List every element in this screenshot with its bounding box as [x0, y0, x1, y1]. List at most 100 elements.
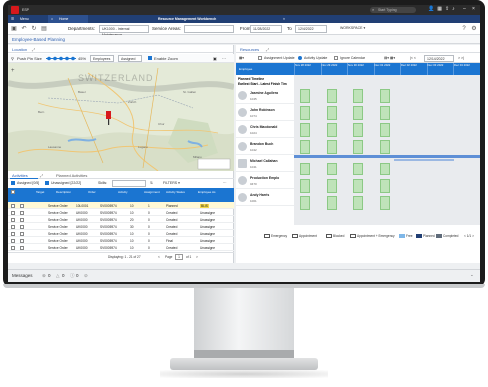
- gantt-free-block[interactable]: [353, 163, 363, 175]
- gantt-planned-bar[interactable]: [394, 159, 454, 161]
- titlebar-icons[interactable]: 👤▦⇪♪: [428, 6, 458, 12]
- calendar-view-icon[interactable]: ▤▾ ▦▾: [384, 56, 395, 60]
- page-input[interactable]: 1: [175, 254, 183, 260]
- prev-range-icon[interactable]: |< <: [410, 56, 416, 60]
- gantt-free-block[interactable]: [300, 123, 310, 137]
- gantt-free-block[interactable]: [300, 106, 310, 120]
- col-description[interactable]: Description: [56, 190, 71, 194]
- menu-button[interactable]: Menu: [20, 17, 29, 21]
- minimize-button[interactable]: –: [463, 6, 466, 12]
- service-areas-select[interactable]: [184, 25, 234, 33]
- select-all-checkbox[interactable]: [11, 190, 15, 194]
- clear-icon[interactable]: ⊘: [84, 273, 88, 279]
- gantt-free-block[interactable]: [327, 179, 337, 193]
- gantt-free-block[interactable]: [380, 196, 390, 210]
- gantt-free-block[interactable]: [327, 140, 337, 154]
- gantt-free-block[interactable]: [327, 163, 337, 175]
- filter-icon[interactable]: ⇅: [150, 181, 153, 185]
- tab-home[interactable]: ⌂ Home: [48, 15, 88, 23]
- save-icon[interactable]: ▣: [10, 25, 18, 33]
- table-row[interactable]: Service Order UK0000 SV0005974 20 0 Crea…: [8, 216, 234, 223]
- more-icon[interactable]: ⋯: [223, 181, 227, 185]
- col-order[interactable]: Order: [88, 190, 96, 194]
- table-row[interactable]: Service Order UK0000 SV0005974 10 0 Fina…: [8, 237, 234, 244]
- location-map[interactable]: Bern Zürich Chur Lausanne Lugano Milano Base…: [8, 63, 234, 171]
- row-checkbox[interactable]: [20, 210, 24, 215]
- bell-icon[interactable]: ♪: [452, 6, 458, 12]
- gantt-free-block[interactable]: [327, 196, 337, 210]
- layout-icon[interactable]: ▤: [40, 25, 48, 33]
- gantt-free-block[interactable]: [380, 179, 390, 193]
- info-icon[interactable]: ⓘ: [70, 273, 75, 279]
- undo-icon[interactable]: ↶: [20, 25, 28, 33]
- row-checkbox[interactable]: [11, 217, 15, 222]
- row-checkbox[interactable]: [11, 231, 15, 236]
- row-checkbox[interactable]: [20, 238, 24, 243]
- help-icon[interactable]: ?: [460, 25, 468, 33]
- user-icon[interactable]: 👤: [428, 6, 437, 12]
- row-checkbox[interactable]: [20, 203, 24, 208]
- table-row[interactable]: Service Order UK0000 SV0005974 30 0 Crea…: [8, 223, 234, 230]
- error-icon[interactable]: ⊗: [42, 273, 46, 279]
- assignment-update-checkbox[interactable]: [258, 56, 262, 60]
- row-checkbox[interactable]: [11, 203, 15, 208]
- col-assignment[interactable]: Assignment: [144, 190, 160, 194]
- gantt-free-block[interactable]: [380, 140, 390, 154]
- row-checkbox[interactable]: [11, 210, 15, 215]
- close-button[interactable]: ×: [472, 6, 475, 12]
- warning-icon[interactable]: △: [56, 273, 59, 279]
- col-activity-status[interactable]: Activity Status: [166, 190, 185, 194]
- workspace-button[interactable]: WORKSPACE ▾: [338, 25, 368, 33]
- gantt-free-block[interactable]: [300, 179, 310, 193]
- employee-row[interactable]: Chris Macdonald 1024: [236, 122, 294, 138]
- gantt-chart[interactable]: [294, 75, 480, 225]
- gantt-free-block[interactable]: [300, 89, 310, 103]
- to-date-field[interactable]: 12/4/2022: [295, 25, 327, 33]
- gantt-free-block[interactable]: [300, 163, 310, 175]
- gantt-free-block[interactable]: [327, 89, 337, 103]
- grid-icon[interactable]: ▦: [437, 6, 445, 12]
- table-row[interactable]: Service Order UK0000 SV0005974 10 0 Crea…: [8, 209, 234, 216]
- employee-row[interactable]: Brandon Buch 1042: [236, 139, 294, 155]
- assigned-checkbox[interactable]: [11, 181, 15, 185]
- employee-row[interactable]: John Robinson 1074: [236, 105, 294, 121]
- prev-page-icon[interactable]: <: [158, 255, 160, 259]
- gantt-free-block[interactable]: [380, 163, 390, 175]
- tab-close-icon[interactable]: ×: [283, 17, 285, 21]
- row-checkbox[interactable]: [20, 245, 24, 250]
- global-search-input[interactable]: ⌕ Start Typing: [370, 7, 416, 13]
- col-activity[interactable]: Activity: [118, 190, 128, 194]
- gantt-free-block[interactable]: [353, 89, 363, 103]
- row-checkbox[interactable]: [20, 231, 24, 236]
- employee-row[interactable]: Michael Callahan 1041: [236, 156, 294, 172]
- chevron-down-icon[interactable]: ⌄: [470, 272, 474, 278]
- gantt-free-block[interactable]: [353, 123, 363, 137]
- assigned-select[interactable]: Assigned: [118, 55, 142, 62]
- expand-icon[interactable]: ⤢: [266, 47, 269, 52]
- gantt-planned-bar[interactable]: [294, 155, 480, 158]
- legend-pager[interactable]: < 1/1 >: [464, 234, 474, 238]
- employee-row[interactable]: Andy Harris 1001: [236, 190, 294, 206]
- next-page-icon[interactable]: >: [196, 255, 198, 259]
- col-target[interactable]: Target: [36, 190, 44, 194]
- enable-zoom-checkbox[interactable]: [148, 56, 152, 60]
- departments-select[interactable]: UK1000 - Internal Maintenance: [99, 25, 149, 37]
- gear-icon[interactable]: ⚙: [470, 25, 478, 33]
- zoom-in-icon[interactable]: +: [11, 68, 15, 74]
- skills-select[interactable]: [112, 180, 146, 187]
- table-row[interactable]: Service Order UK0000 SV0005974 10 0 Crea…: [8, 244, 234, 251]
- gantt-free-block[interactable]: [353, 140, 363, 154]
- from-date-field[interactable]: 11/28/2022: [250, 25, 282, 33]
- gantt-free-block[interactable]: [380, 123, 390, 137]
- date-picker[interactable]: 12/14/2022: [424, 55, 454, 62]
- gantt-free-block[interactable]: [327, 106, 337, 120]
- employee-row[interactable]: Jasmine Aguilera 1045: [236, 88, 294, 104]
- table-row[interactable]: Service Order UK0000 SV0005974 10 0 Crea…: [8, 230, 234, 237]
- gantt-free-block[interactable]: [300, 196, 310, 210]
- expand-icon[interactable]: ⤢: [40, 173, 43, 178]
- more-icon[interactable]: ⋯: [222, 56, 226, 61]
- hamburger-icon[interactable]: ☰: [11, 17, 14, 21]
- map-layers-icon[interactable]: ▣: [213, 56, 217, 61]
- row-checkbox[interactable]: [11, 238, 15, 243]
- gantt-free-block[interactable]: [353, 196, 363, 210]
